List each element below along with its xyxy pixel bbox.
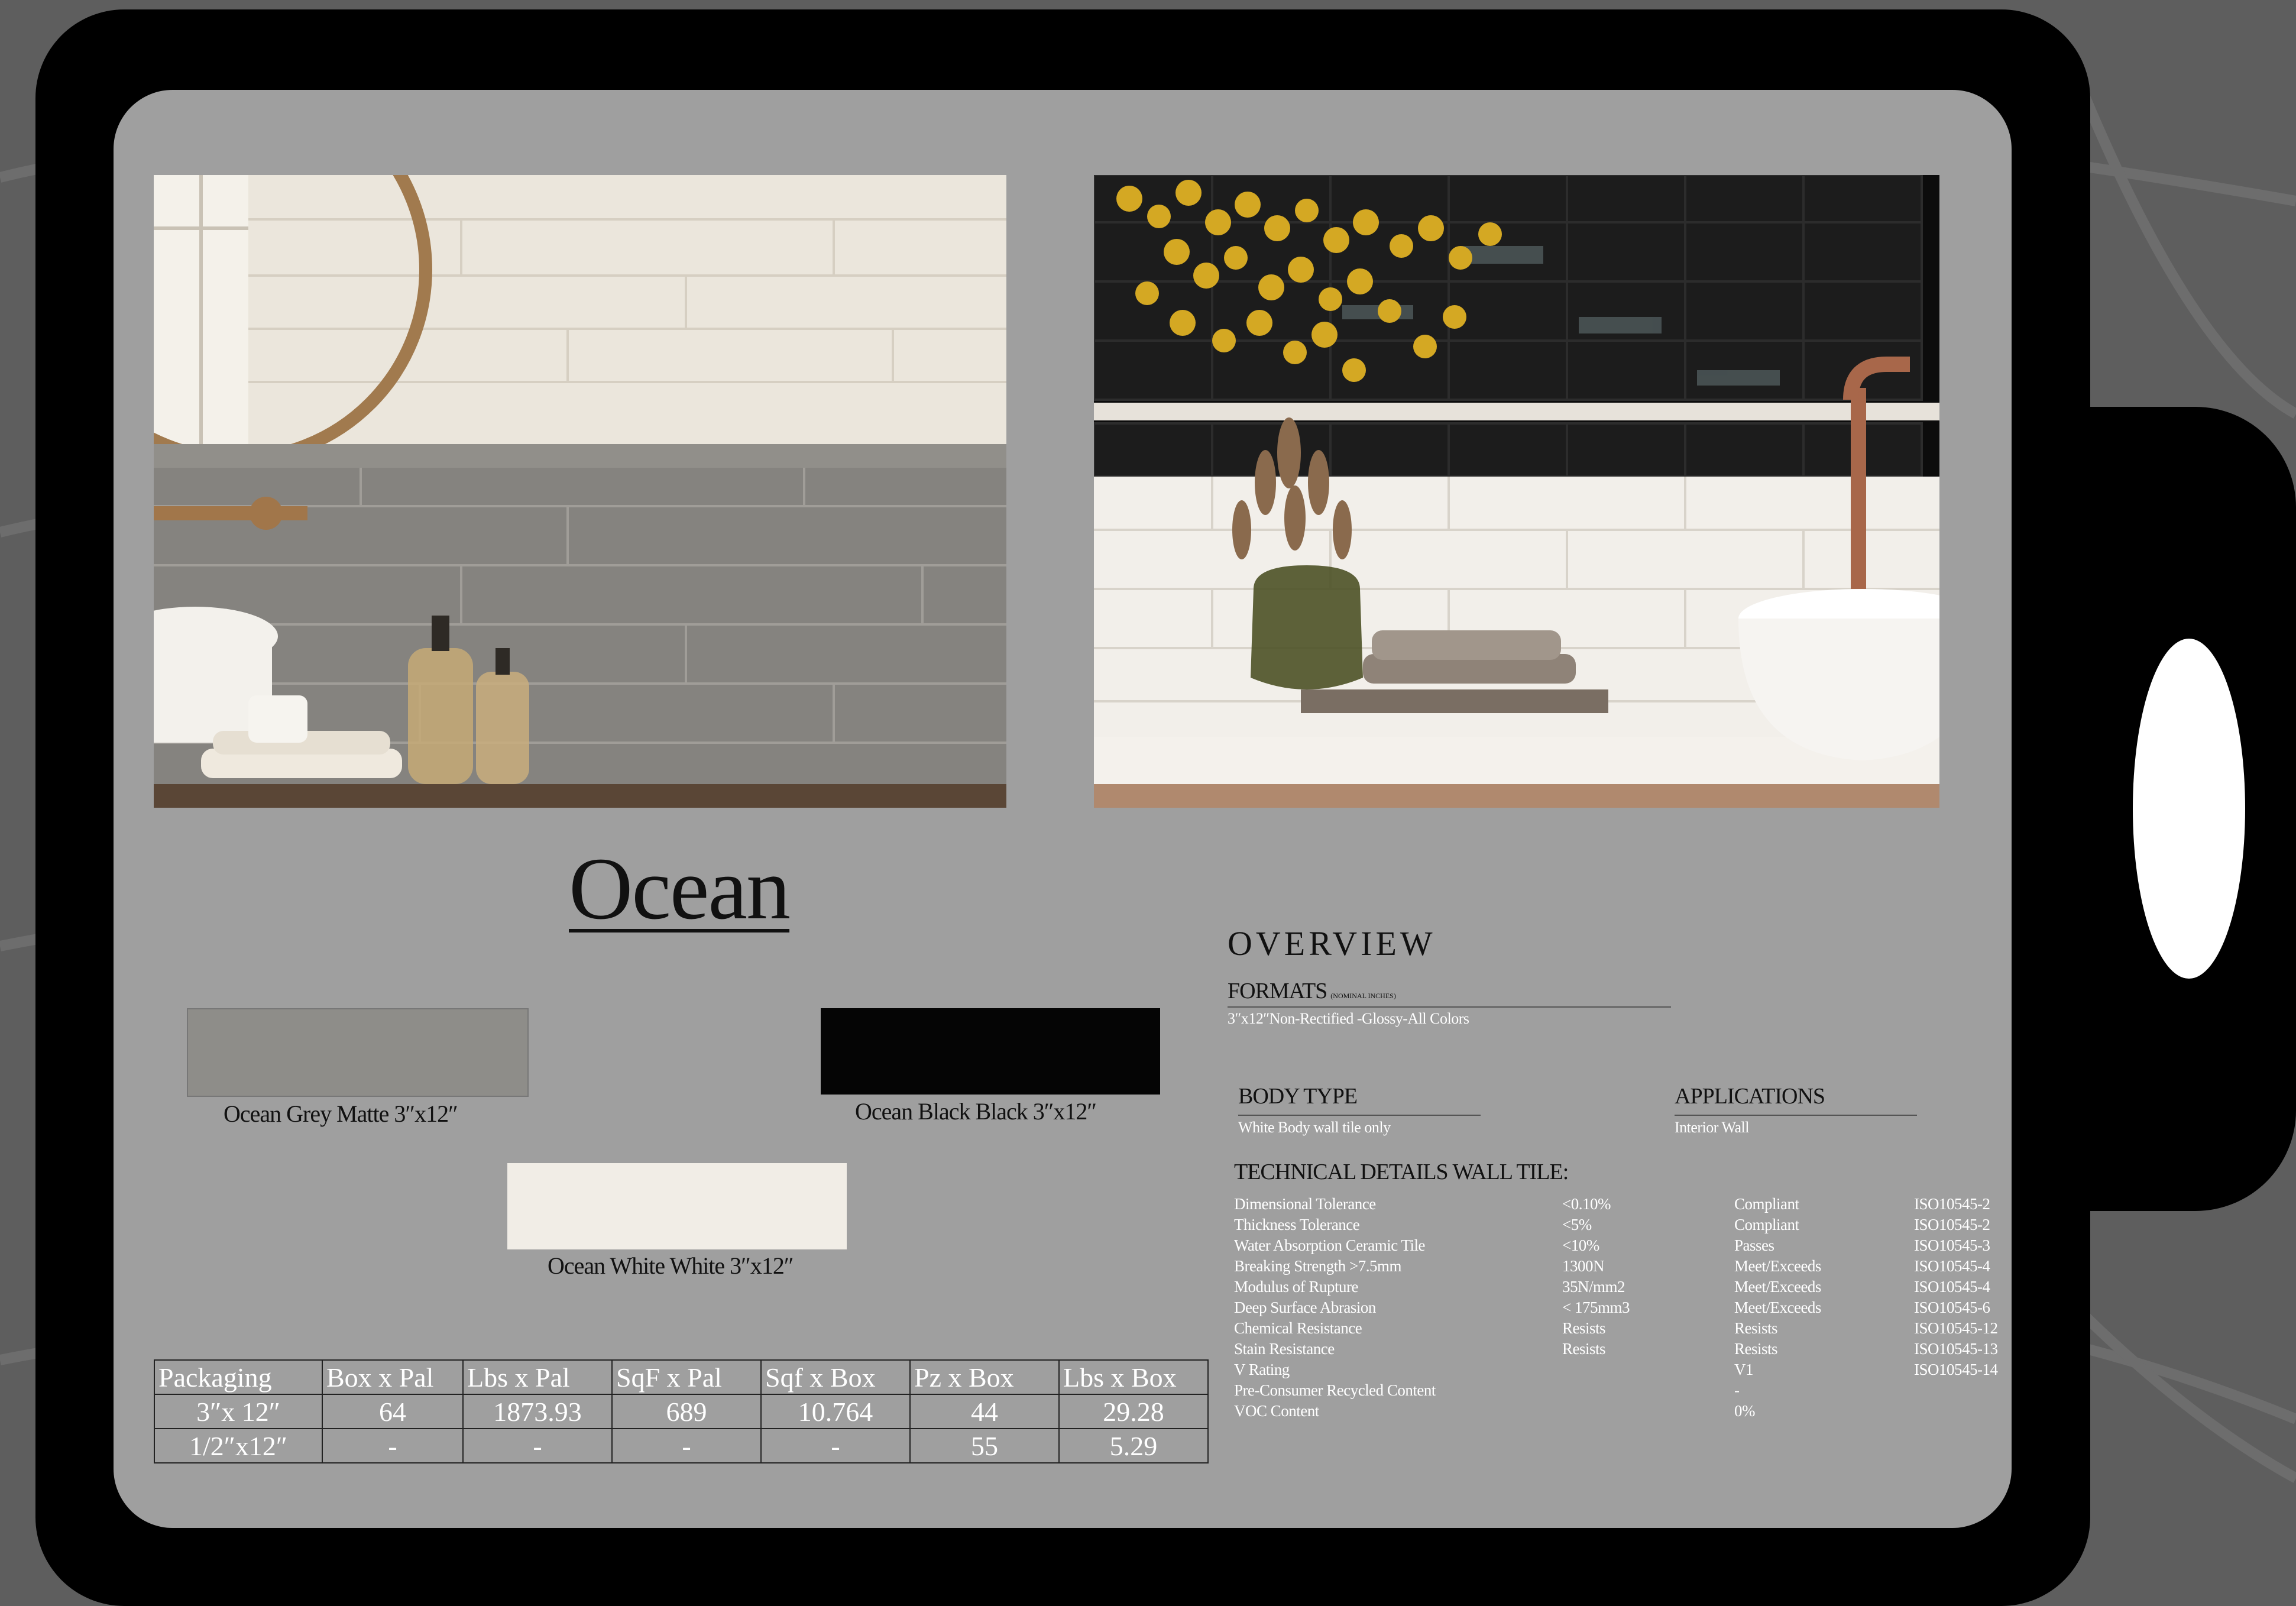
test-standard: ISO10545-6 (1914, 1299, 1990, 1316)
handle-hole (2133, 639, 2245, 979)
table-cell: - (322, 1428, 464, 1463)
test-result: Meet/Exceeds (1734, 1299, 1821, 1316)
technical-row: V Rating V1 ISO10545-14 (1234, 1361, 2003, 1381)
test-standard: ISO10545-2 (1914, 1216, 1990, 1233)
test-value: <0.10% (1562, 1195, 1611, 1213)
table-cell: 44 (909, 1394, 1060, 1429)
test-name: Stain Resistance (1234, 1340, 1335, 1358)
test-name: Water Absorption Ceramic Tile (1234, 1236, 1426, 1254)
technical-row: Modulus of Rupture 35N/mm2 Meet/Exceeds ISO… (1234, 1278, 2003, 1299)
test-value: 35N/mm2 (1562, 1278, 1625, 1296)
table-cell: 1873.93 (462, 1394, 613, 1429)
formats-divider (1228, 1006, 1671, 1008)
table-cell: 689 (611, 1394, 762, 1429)
test-result: - (1734, 1381, 1740, 1399)
packaging-row: 1/2″x12″ - - - - 55 5.29 (154, 1428, 1209, 1463)
test-standard: ISO10545-2 (1914, 1195, 1990, 1213)
test-name: Dimensional Tolerance (1234, 1195, 1376, 1213)
body-type-divider (1238, 1115, 1481, 1116)
header-sqf-x-pal: SqF x Pal (611, 1359, 762, 1395)
header-box-x-pal: Box x Pal (322, 1359, 464, 1395)
formats-label: FORMATS (1228, 979, 1327, 1003)
test-result: Compliant (1734, 1216, 1799, 1233)
table-cell: - (611, 1428, 762, 1463)
test-result: V1 (1734, 1361, 1754, 1378)
technical-row: VOC Content 0% (1234, 1402, 2003, 1423)
black-tile-bathroom-photo (1094, 175, 1939, 808)
formats-text: 3″x12″Non-Rectified -Glossy-All Colors (1228, 1010, 1469, 1027)
test-name: Chemical Resistance (1234, 1319, 1362, 1337)
test-result: Resists (1734, 1340, 1778, 1358)
table-cell: 55 (909, 1428, 1060, 1463)
body-type-heading: BODY TYPE (1238, 1084, 1358, 1109)
test-name: Thickness Tolerance (1234, 1216, 1360, 1233)
test-value: 1300N (1562, 1257, 1605, 1275)
test-result: Compliant (1734, 1195, 1799, 1213)
applications-text: Interior Wall (1675, 1119, 1749, 1136)
test-standard: ISO10545-3 (1914, 1236, 1990, 1254)
test-result: Meet/Exceeds (1734, 1278, 1821, 1296)
technical-row: Pre-Consumer Recycled Content - (1234, 1381, 2003, 1402)
test-name: Breaking Strength >7.5mm (1234, 1257, 1401, 1275)
header-lbs-x-pal: Lbs x Pal (462, 1359, 613, 1395)
header-pz-x-box: Pz x Box (909, 1359, 1060, 1395)
test-standard: ISO10545-4 (1914, 1278, 1990, 1296)
header-packaging: Packaging (154, 1359, 323, 1395)
table-cell: 10.764 (760, 1394, 911, 1429)
header-lbs-x-box: Lbs x Box (1058, 1359, 1209, 1395)
test-name: VOC Content (1234, 1402, 1319, 1420)
technical-row: Stain Resistance Resists Resists ISO10545-1… (1234, 1340, 2003, 1361)
packaging-table: Packaging Box x Pal Lbs x Pal SqF x Pal … (154, 1359, 1209, 1463)
table-cell: 1/2″x12″ (154, 1428, 323, 1463)
technical-row: Chemical Resistance Resists Resists ISO1054… (1234, 1319, 2003, 1340)
technical-row: Water Absorption Ceramic Tile <10% Passes I… (1234, 1236, 2003, 1257)
grey-matte-swatch-label: Ocean Grey Matte 3″x12″ (224, 1100, 458, 1127)
white-swatch-label: Ocean White White 3″x12″ (548, 1252, 794, 1279)
test-value: <5% (1562, 1216, 1592, 1233)
table-cell: 3″x 12″ (154, 1394, 323, 1429)
test-name: Pre-Consumer Recycled Content (1234, 1381, 1436, 1399)
black-swatch-label: Ocean Black Black 3″x12″ (855, 1098, 1097, 1125)
table-cell: 64 (322, 1394, 464, 1429)
spec-sheet-panel: Ocean Ocean Grey Matte 3″x12″ Ocean Blac… (114, 90, 2012, 1528)
grey-tile-bathroom-photo (154, 175, 1006, 808)
table-cell: - (462, 1428, 613, 1463)
black-swatch (821, 1008, 1160, 1095)
test-result: Meet/Exceeds (1734, 1257, 1821, 1275)
table-cell: - (760, 1428, 911, 1463)
test-standard: ISO10545-13 (1914, 1340, 1998, 1358)
test-value: Resists (1562, 1340, 1606, 1358)
test-value: Resists (1562, 1319, 1606, 1337)
packaging-row: 3″x 12″ 64 1873.93 689 10.764 44 29.28 (154, 1394, 1209, 1429)
test-name: Modulus of Rupture (1234, 1278, 1359, 1296)
product-title: Ocean (569, 840, 791, 938)
grey-matte-swatch (187, 1008, 529, 1097)
test-result: Resists (1734, 1319, 1778, 1337)
table-cell: 5.29 (1058, 1428, 1209, 1463)
header-sqf-x-box: Sqf x Box (760, 1359, 911, 1395)
test-value: < 175mm3 (1562, 1299, 1630, 1316)
technical-details-heading: TECHNICAL DETAILS WALL TILE: (1234, 1160, 1569, 1184)
body-type-text: White Body wall tile only (1238, 1119, 1391, 1136)
table-cell: 29.28 (1058, 1394, 1209, 1429)
white-swatch (507, 1163, 847, 1249)
overview-heading: OVERVIEW (1228, 924, 1436, 963)
test-standard: ISO10545-4 (1914, 1257, 1990, 1275)
technical-row: Thickness Tolerance <5% Compliant ISO10545-… (1234, 1216, 2003, 1236)
test-name: V Rating (1234, 1361, 1290, 1378)
technical-row: Dimensional Tolerance <0.10% Compliant ISO1… (1234, 1195, 2003, 1216)
technical-row: Deep Surface Abrasion < 175mm3 Meet/Exceed… (1234, 1299, 2003, 1319)
formats-note: (NOMINAL INCHES) (1330, 992, 1396, 1000)
test-standard: ISO10545-12 (1914, 1319, 1998, 1337)
test-result: 0% (1734, 1402, 1756, 1420)
formats-heading: FORMATS (NOMINAL INCHES) (1228, 978, 1396, 1004)
test-standard: ISO10545-14 (1914, 1361, 1998, 1378)
applications-divider (1675, 1115, 1917, 1116)
test-result: Passes (1734, 1236, 1774, 1254)
applications-heading: APPLICATIONS (1675, 1084, 1825, 1109)
technical-row: Breaking Strength >7.5mm 1300N Meet/Exceed… (1234, 1257, 2003, 1278)
test-name: Deep Surface Abrasion (1234, 1299, 1376, 1316)
packaging-header-row: Packaging Box x Pal Lbs x Pal SqF x Pal … (154, 1359, 1209, 1395)
test-value: <10% (1562, 1236, 1599, 1254)
